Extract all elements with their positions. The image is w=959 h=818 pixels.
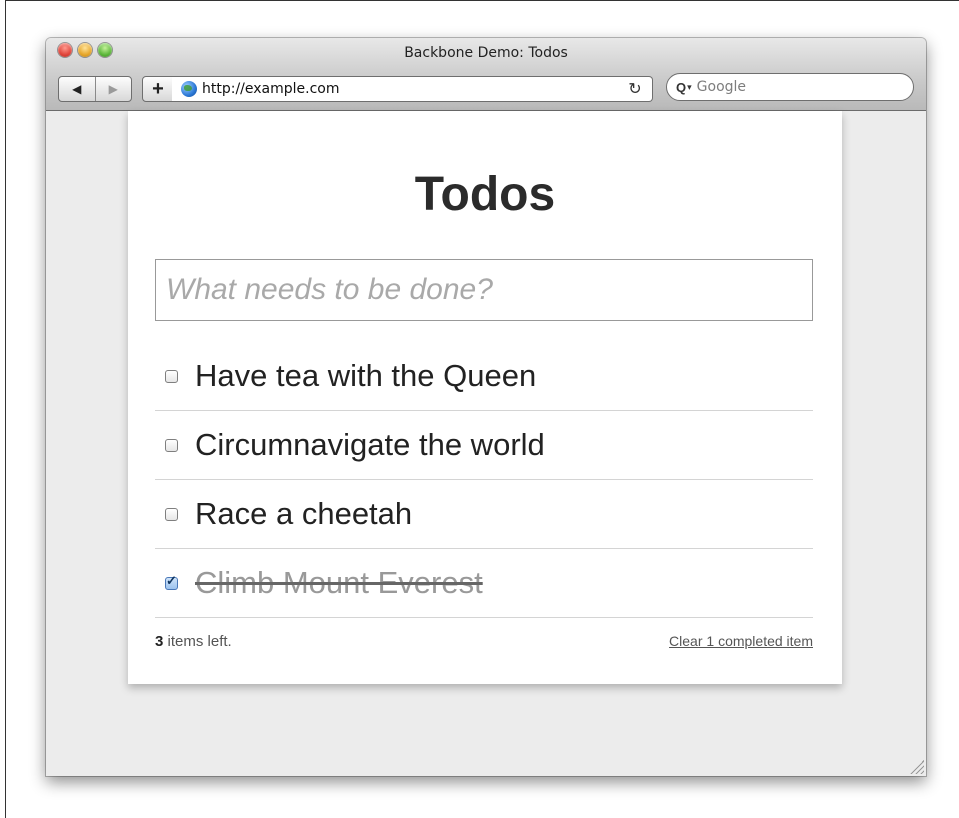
search-placeholder: Google <box>696 79 747 95</box>
back-button[interactable]: ◀ <box>59 77 95 101</box>
todo-checkbox[interactable] <box>165 573 178 590</box>
todo-list: Have tea with the Queen Circumnavigate t… <box>155 342 813 618</box>
address-text[interactable]: http://example.com <box>202 81 624 97</box>
add-bookmark-button[interactable]: + <box>142 76 174 102</box>
page-border-left <box>5 0 6 818</box>
address-bar[interactable]: http://example.com ↻ <box>172 76 653 102</box>
todo-item: Circumnavigate the world <box>155 411 813 480</box>
clear-completed-link[interactable]: Clear 1 completed item <box>669 633 813 649</box>
page-viewport: Todos Have tea with the Queen Circumnavi… <box>46 111 926 776</box>
nav-buttons: ◀ ▶ <box>58 76 132 102</box>
resize-grip-icon[interactable] <box>910 760 924 774</box>
forward-arrow-icon: ▶ <box>108 82 118 96</box>
todo-text[interactable]: Have tea with the Queen <box>195 358 536 394</box>
todo-text[interactable]: Circumnavigate the world <box>195 427 545 463</box>
forward-button[interactable]: ▶ <box>94 77 132 101</box>
todo-checkbox[interactable] <box>165 369 178 383</box>
plus-icon: + <box>152 77 164 100</box>
browser-window: Backbone Demo: Todos ◀ ▶ + http://exampl… <box>46 38 926 776</box>
back-arrow-icon: ◀ <box>72 82 82 96</box>
todo-item: Climb Mount Everest <box>155 549 813 618</box>
search-field[interactable]: Q ▾ Google <box>666 73 914 101</box>
todo-item: Race a cheetah <box>155 480 813 549</box>
new-todo-input[interactable] <box>155 259 813 321</box>
todo-footer: 3 items left. Clear 1 completed item <box>155 629 813 653</box>
todo-text[interactable]: Race a cheetah <box>195 496 412 532</box>
todo-checkbox[interactable] <box>165 507 178 521</box>
reload-icon[interactable]: ↻ <box>624 79 646 99</box>
todo-checkbox[interactable] <box>165 438 178 452</box>
todo-item: Have tea with the Queen <box>155 342 813 411</box>
chevron-down-icon[interactable]: ▾ <box>687 82 692 93</box>
search-icon[interactable]: Q <box>676 80 686 95</box>
todo-app: Todos Have tea with the Queen Circumnavi… <box>128 111 842 684</box>
window-title: Backbone Demo: Todos <box>404 45 568 61</box>
globe-icon <box>181 81 197 97</box>
title-bar: Backbone Demo: Todos ◀ ▶ + http://exampl… <box>46 38 926 111</box>
page-border-top <box>5 0 959 1</box>
todo-count: 3 items left. <box>155 633 232 650</box>
todo-count-label: items left. <box>163 632 232 650</box>
page-title: Todos <box>414 168 556 221</box>
todo-text[interactable]: Climb Mount Everest <box>195 565 483 601</box>
